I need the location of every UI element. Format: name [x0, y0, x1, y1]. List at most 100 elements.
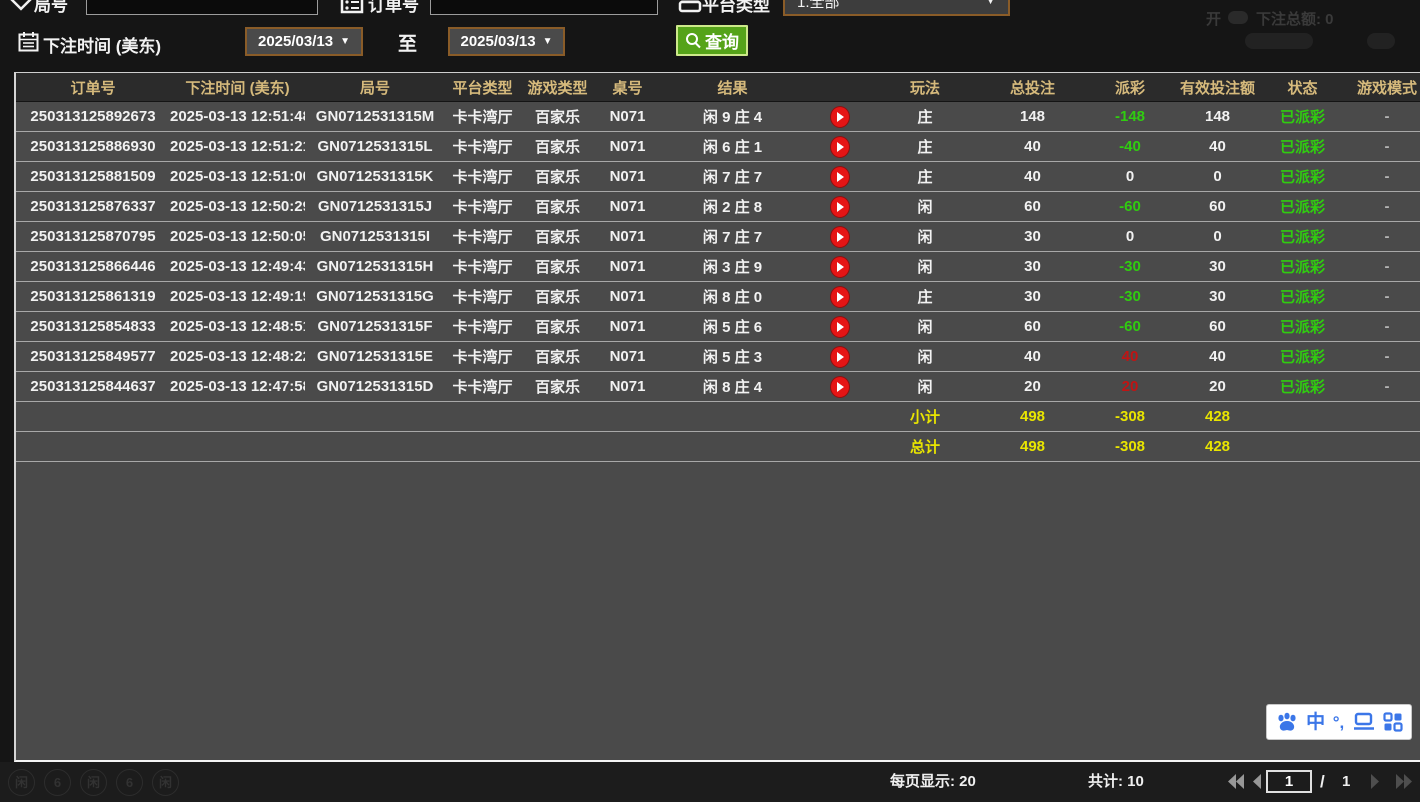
cell-play-type: 庄 — [875, 162, 975, 192]
cell-game-no: GN0712531315K — [305, 162, 445, 192]
first-page-icon[interactable] — [1226, 773, 1246, 790]
cell-payout: 0 — [1090, 222, 1170, 252]
cell-platform: 卡卡湾厅 — [445, 342, 520, 372]
date-from-value: 2025/03/13 — [258, 33, 333, 50]
cell-valid-bet: 0 — [1170, 162, 1265, 192]
cell-platform: 卡卡湾厅 — [445, 372, 520, 402]
ghost-toggle — [1228, 11, 1248, 24]
platform-select[interactable]: 1.全部 ▼ — [783, 0, 1010, 16]
cell-total-label: 总计 — [875, 432, 975, 462]
cell-game-type: 百家乐 — [520, 102, 595, 132]
cell-replay — [805, 192, 875, 222]
order-no-input[interactable] — [430, 0, 658, 15]
cell-play-type: 庄 — [875, 282, 975, 312]
keyboard-tray-icon[interactable] — [1352, 711, 1376, 733]
cell-valid-bet: 0 — [1170, 222, 1265, 252]
page-number-input[interactable]: 1 — [1266, 770, 1312, 793]
cell-order-no: 250313125870795 — [16, 222, 170, 252]
cell-replay — [805, 342, 875, 372]
play-video-icon[interactable] — [830, 256, 850, 278]
column-header: 局号 — [305, 73, 445, 102]
play-video-icon[interactable] — [830, 376, 850, 398]
cell-status: 已派彩 — [1265, 282, 1340, 312]
cell-payout: -30 — [1090, 282, 1170, 312]
cell-game-no: GN0712531315E — [305, 342, 445, 372]
search-button[interactable]: 查询 — [676, 25, 748, 56]
cell-payout: -40 — [1090, 132, 1170, 162]
cell-total-bet: 30 — [975, 252, 1090, 282]
cell-replay — [805, 222, 875, 252]
play-video-icon[interactable] — [830, 166, 850, 188]
date-from-picker[interactable]: 2025/03/13 ▼ — [245, 27, 363, 56]
cell-game-mode: - — [1340, 312, 1420, 342]
cell-empty — [660, 402, 805, 432]
cell-payout: -308 — [1090, 402, 1170, 432]
play-video-icon[interactable] — [830, 316, 850, 338]
cell-game-mode: - — [1340, 222, 1420, 252]
cell-replay — [805, 162, 875, 192]
cell-status: 已派彩 — [1265, 342, 1340, 372]
cell-bet-time: 2025-03-13 12:49:43 — [170, 252, 305, 282]
chevron-down-icon: ▼ — [543, 37, 553, 47]
cell-game-mode: - — [1340, 162, 1420, 192]
cell-total-bet: 40 — [975, 132, 1090, 162]
column-header: 状态 — [1265, 73, 1340, 102]
cell-order-no: 250313125881509 — [16, 162, 170, 192]
cell-result: 闲 8 庄 0 — [660, 282, 805, 312]
ghost-rect — [1367, 33, 1395, 49]
ghost-rect — [1245, 33, 1313, 49]
column-header: 玩法 — [875, 73, 975, 102]
play-video-icon[interactable] — [830, 136, 850, 158]
cell-status: 已派彩 — [1265, 192, 1340, 222]
cell-platform: 卡卡湾厅 — [445, 252, 520, 282]
cell-result: 闲 5 庄 6 — [660, 312, 805, 342]
cell-status: 已派彩 — [1265, 162, 1340, 192]
cell-status: 已派彩 — [1265, 102, 1340, 132]
cell-table-no: N071 — [595, 282, 660, 312]
play-video-icon[interactable] — [830, 106, 850, 128]
cell-game-no: GN0712531315F — [305, 312, 445, 342]
paw-icon[interactable] — [1275, 711, 1299, 733]
chevron-down-icon: ▼ — [985, 0, 996, 7]
column-header — [805, 73, 875, 102]
play-video-icon[interactable] — [830, 196, 850, 218]
cell-platform: 卡卡湾厅 — [445, 162, 520, 192]
platform-select-value: 1.全部 — [797, 0, 840, 12]
cell-status: 已派彩 — [1265, 372, 1340, 402]
ime-toolbar: 中 °, — [1266, 704, 1412, 740]
cell-status: 已派彩 — [1265, 312, 1340, 342]
cell-payout: 40 — [1090, 342, 1170, 372]
page-separator: / — [1320, 762, 1325, 802]
cell-bet-time: 2025-03-13 12:50:29 — [170, 192, 305, 222]
play-video-icon[interactable] — [830, 286, 850, 308]
next-page-icon[interactable] — [1370, 773, 1382, 790]
cell-valid-bet: 428 — [1170, 432, 1265, 462]
play-video-icon[interactable] — [830, 346, 850, 368]
ime-punctuation-mode[interactable]: °, — [1333, 714, 1345, 731]
cell-order-no: 250313125866446 — [16, 252, 170, 282]
total-pages: 1 — [1342, 762, 1350, 802]
cell-payout: -308 — [1090, 432, 1170, 462]
game-no-input[interactable] — [86, 0, 318, 15]
cell-bet-time: 2025-03-13 12:51:21 — [170, 132, 305, 162]
cell-empty — [305, 432, 445, 462]
play-video-icon[interactable] — [830, 226, 850, 248]
prev-page-icon[interactable] — [1250, 773, 1262, 790]
table-row: 2503131258763372025-03-13 12:50:29GN0712… — [16, 192, 1420, 222]
date-to-picker[interactable]: 2025/03/13 ▼ — [448, 27, 565, 56]
ime-chinese-mode[interactable]: 中 — [1306, 713, 1325, 732]
cell-result: 闲 5 庄 3 — [660, 342, 805, 372]
last-page-icon[interactable] — [1394, 773, 1414, 790]
cell-order-no: 250313125854833 — [16, 312, 170, 342]
ghost-marker: 6 — [44, 769, 71, 796]
grid-menu-icon[interactable] — [1383, 712, 1403, 732]
cell-order-no: 250313125886930 — [16, 132, 170, 162]
cell-play-type: 闲 — [875, 222, 975, 252]
cell-order-no: 250313125861319 — [16, 282, 170, 312]
cell-total-bet: 30 — [975, 222, 1090, 252]
order-no-label: 订单号 — [368, 0, 419, 16]
cell-payout: -60 — [1090, 312, 1170, 342]
cell-total-bet: 498 — [975, 402, 1090, 432]
pagination-bar: 闲6闲6闲 每页显示: 20 共计: 10 1 / 1 — [0, 762, 1420, 802]
cell-table-no: N071 — [595, 132, 660, 162]
